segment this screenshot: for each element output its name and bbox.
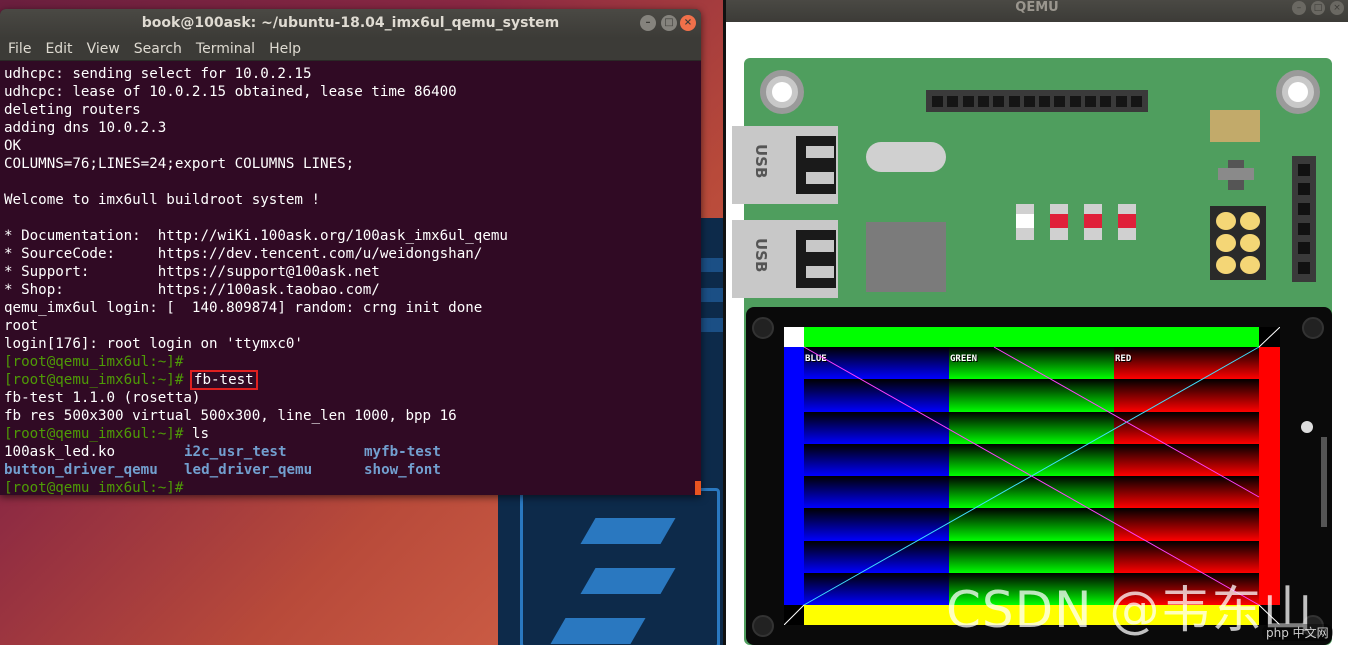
mounting-hole	[1276, 70, 1320, 114]
terminal-line: deleting routers	[4, 102, 141, 118]
usb-port: USB	[732, 126, 838, 204]
terminal-line: adding dns 10.0.2.3	[4, 120, 167, 136]
shell-prompt: [root@qemu_imx6ul:~]#	[4, 372, 184, 388]
pad	[1210, 110, 1260, 142]
terminal-menubar: File Edit View Search Terminal Help	[0, 38, 701, 61]
terminal-line: * Shop: https://100ask.taobao.com/	[4, 282, 380, 298]
menu-file[interactable]: File	[8, 41, 31, 57]
ls-file: led_driver_qemu	[184, 462, 313, 478]
led-red[interactable]	[1084, 204, 1102, 240]
led-red[interactable]	[1118, 204, 1136, 240]
site-badge: php 中文网	[1262, 624, 1333, 641]
regulator	[1218, 160, 1254, 190]
command-text: ls	[191, 426, 210, 442]
menu-search[interactable]: Search	[134, 41, 182, 57]
terminal-line: qemu_imx6ul login: [ 140.809874] random:…	[4, 300, 483, 316]
mounting-hole	[760, 70, 804, 114]
close-icon[interactable]: ×	[1330, 1, 1344, 15]
menu-terminal[interactable]: Terminal	[196, 41, 255, 57]
watermark: CSDN @韦东山	[946, 581, 1314, 639]
connector	[1321, 437, 1327, 527]
terminal-line: Welcome to imx6ull buildroot system !	[4, 192, 321, 208]
ls-file: 100ask_led.ko	[4, 444, 116, 460]
indicator-dot	[1301, 421, 1313, 433]
menu-edit[interactable]: Edit	[45, 41, 72, 57]
terminal-window[interactable]: book@100ask: ~/ubuntu-18.04_imx6ul_qemu_…	[0, 9, 701, 495]
crystal-oscillator	[866, 142, 946, 172]
terminal-line: * SourceCode: https://dev.tencent.com/u/…	[4, 246, 483, 262]
qemu-title: QEMU	[1015, 0, 1059, 15]
led-white[interactable]	[1016, 204, 1034, 240]
highlighted-command: fb-test	[189, 370, 258, 390]
minimize-icon[interactable]: –	[1292, 1, 1306, 15]
lcd-hole	[752, 317, 774, 339]
ls-row: button_driver_qemu led_driver_qemu show_fo…	[4, 461, 701, 479]
terminal-line: OK	[4, 138, 22, 154]
usb-label: USB	[752, 144, 770, 179]
minimize-icon[interactable]: –	[640, 15, 656, 31]
shell-prompt: [root@qemu_imx6ul:~]#	[4, 426, 184, 442]
terminal-line: fb res 500x300 virtual 500x300, line_len…	[4, 408, 457, 424]
terminal-line: * Documentation: http://wiKi.100ask.org/…	[4, 228, 508, 244]
lcd-hole	[752, 615, 774, 637]
terminal-scrollbar[interactable]	[695, 481, 701, 495]
shell-prompt: [root@qemu_imx6ul:~]#	[4, 354, 184, 370]
maximize-icon[interactable]: □	[1311, 1, 1325, 15]
led-red[interactable]	[1050, 204, 1068, 240]
usb-port: USB	[732, 220, 838, 298]
terminal-line: fb-test 1.1.0 (rosetta)	[4, 390, 201, 406]
terminal-line: * Support: https://support@100ask.net	[4, 264, 380, 280]
usb-label: USB	[752, 238, 770, 273]
menu-help[interactable]: Help	[269, 41, 301, 57]
ls-file: myfb-test	[364, 444, 441, 460]
close-icon[interactable]: ×	[680, 15, 696, 31]
maximize-icon[interactable]: □	[661, 15, 677, 31]
ls-file: i2c_usr_test	[184, 444, 287, 460]
terminal-line: udhcpc: lease of 10.0.2.15 obtained, lea…	[4, 84, 457, 100]
lcd-hole	[1302, 317, 1324, 339]
terminal-line: root	[4, 318, 39, 334]
pin-header	[926, 90, 1148, 112]
terminal-line: udhcpc: sending select for 10.0.2.15	[4, 66, 312, 82]
terminal-output[interactable]: udhcpc: sending select for 10.0.2.15 udh…	[0, 62, 701, 495]
terminal-line: login[176]: root login on 'ttymxc0'	[4, 336, 303, 352]
terminal-line: [root@qemu_imx6ul:~]# fb-test	[4, 370, 701, 390]
terminal-line: COLUMNS=76;LINES=24;export COLUMNS LINES…	[4, 156, 355, 172]
ls-file: show_font	[364, 462, 441, 478]
ls-file: button_driver_qemu	[4, 462, 158, 478]
terminal-line: [root@qemu_imx6ul:~]#	[4, 353, 701, 371]
qemu-window[interactable]: QEMU – □ × USB USB BLUE GREEN RED	[726, 0, 1348, 645]
qemu-titlebar[interactable]: QEMU – □ ×	[726, 0, 1348, 22]
menu-view[interactable]: View	[87, 41, 120, 57]
jumper-block	[1210, 206, 1266, 280]
shell-prompt: [root@qemu_imx6ul:~]#	[4, 480, 184, 495]
terminal-line: [root@qemu_imx6ul:~]#	[4, 479, 701, 495]
side-pin-header	[1292, 156, 1316, 282]
ls-row: 100ask_led.ko i2c_usr_test myfb-test	[4, 443, 701, 461]
terminal-titlebar[interactable]: book@100ask: ~/ubuntu-18.04_imx6ul_qemu_…	[0, 9, 701, 38]
terminal-title: book@100ask: ~/ubuntu-18.04_imx6ul_qemu_…	[141, 15, 560, 31]
terminal-line: [root@qemu_imx6ul:~]# ls	[4, 425, 701, 443]
chip	[866, 222, 946, 292]
